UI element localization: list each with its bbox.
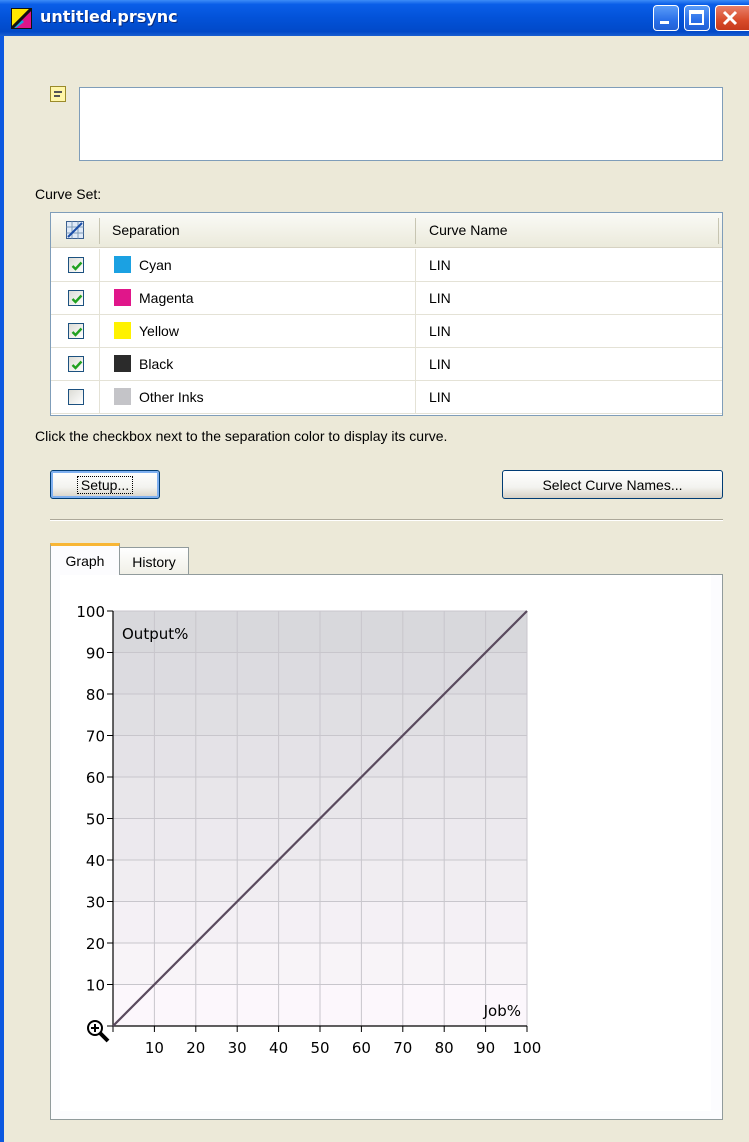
column-header-curve-name[interactable]: Curve Name	[429, 222, 508, 238]
table-row[interactable]: Yellow LIN	[51, 315, 722, 348]
curve-name: LIN	[429, 257, 451, 273]
y-tick-label: 40	[86, 852, 105, 870]
checkmark-icon	[71, 261, 83, 271]
x-tick-label: 20	[186, 1039, 205, 1057]
select-curve-names-button[interactable]: Select Curve Names...	[502, 470, 723, 499]
note-icon	[50, 86, 66, 102]
curve-name: LIN	[429, 290, 451, 306]
cell-divider	[99, 315, 100, 348]
graph-toggle-icon[interactable]	[66, 221, 84, 239]
minimize-icon	[660, 21, 669, 24]
y-tick-label: 50	[86, 811, 105, 829]
cell-divider	[415, 249, 416, 282]
cell-divider	[415, 348, 416, 381]
x-tick-label: 30	[228, 1039, 247, 1057]
checkmark-icon	[71, 294, 83, 304]
separation-name: Other Inks	[139, 389, 204, 405]
select-curve-names-label: Select Curve Names...	[542, 476, 683, 493]
separation-checkbox[interactable]	[68, 323, 84, 339]
graph-panel: 10 20 30 40 50 60 70 80 90 100 10 20 30 40 50 60 70 80 90 1…	[50, 574, 723, 1120]
y-tick-label: 90	[86, 645, 105, 663]
close-button[interactable]	[715, 5, 749, 31]
cell-divider	[415, 315, 416, 348]
notes-textarea[interactable]	[79, 87, 723, 161]
minimize-button[interactable]	[653, 5, 679, 31]
title-bar: untitled.prsync	[0, 0, 749, 36]
x-tick-label: 80	[435, 1039, 454, 1057]
y-tick-label: 70	[86, 728, 105, 746]
graph-area: 10 20 30 40 50 60 70 80 90 100 10 20 30 40 50 60 70 80 90 1…	[60, 575, 711, 1111]
color-swatch	[114, 355, 131, 372]
x-tick-label: 10	[145, 1039, 164, 1057]
cell-divider	[99, 381, 100, 414]
tab-history[interactable]: History	[119, 547, 189, 575]
color-swatch	[114, 256, 131, 273]
curve-chart: 10 20 30 40 50 60 70 80 90 100 10 20 30 40 50 60 70 80 90 1…	[76, 603, 542, 1057]
tab-graph[interactable]: Graph	[50, 543, 120, 575]
y-tick-label: 80	[86, 686, 105, 704]
close-icon	[722, 10, 738, 26]
checkmark-icon	[71, 360, 83, 370]
y-axis-label: Output%	[122, 625, 188, 643]
cell-divider	[99, 249, 100, 282]
tab-graph-label: Graph	[65, 552, 105, 569]
tab-history-label: History	[132, 553, 176, 570]
setup-button[interactable]: Setup...	[50, 470, 160, 499]
separation-checkbox[interactable]	[68, 389, 84, 405]
x-tick-label: 70	[393, 1039, 412, 1057]
separation-name: Cyan	[139, 257, 172, 273]
y-tick-label: 60	[86, 769, 105, 787]
table-row[interactable]: Black LIN	[51, 348, 722, 381]
table-header: Separation Curve Name	[51, 213, 722, 248]
y-tick-label: 100	[76, 603, 105, 621]
curve-name: LIN	[429, 323, 451, 339]
y-tick-label: 20	[86, 935, 105, 953]
zoom-icon[interactable]	[86, 1019, 110, 1043]
column-separator	[99, 218, 100, 244]
y-tick-label: 10	[86, 977, 105, 995]
y-tick-label: 30	[86, 894, 105, 912]
maximize-icon	[689, 10, 704, 25]
divider	[50, 519, 723, 521]
separation-name: Yellow	[139, 323, 179, 339]
column-separator	[415, 218, 416, 244]
window-frame-edge	[0, 36, 4, 1142]
separation-name: Black	[139, 356, 174, 372]
column-separator	[718, 218, 719, 244]
cell-divider	[415, 381, 416, 414]
separation-checkbox[interactable]	[68, 290, 84, 306]
window-title: untitled.prsync	[40, 7, 178, 26]
table-row[interactable]: Magenta LIN	[51, 282, 722, 315]
color-swatch	[114, 289, 131, 306]
prinergy-app-icon	[11, 8, 32, 29]
table-row[interactable]: Cyan LIN	[51, 249, 722, 282]
checkmark-icon	[71, 327, 83, 337]
x-tick-label: 40	[269, 1039, 288, 1057]
x-axis-label: Job%	[483, 1002, 521, 1020]
maximize-button[interactable]	[684, 5, 710, 31]
curve-set-table: Separation Curve Name Cyan LIN Magenta LIN Y…	[50, 212, 723, 416]
instruction-text: Click the checkbox next to the separatio…	[35, 428, 448, 444]
cell-divider	[99, 282, 100, 315]
color-swatch	[114, 322, 131, 339]
x-tick-label: 90	[476, 1039, 495, 1057]
x-tick-label: 50	[310, 1039, 329, 1057]
x-tick-label: 60	[352, 1039, 371, 1057]
cell-divider	[415, 282, 416, 315]
color-swatch	[114, 388, 131, 405]
column-header-separation[interactable]: Separation	[112, 222, 180, 238]
curve-name: LIN	[429, 389, 451, 405]
x-tick-label: 100	[513, 1039, 542, 1057]
separation-name: Magenta	[139, 290, 194, 306]
separation-checkbox[interactable]	[68, 356, 84, 372]
separation-checkbox[interactable]	[68, 257, 84, 273]
curve-set-label: Curve Set:	[35, 186, 102, 202]
table-row[interactable]: Other Inks LIN	[51, 381, 722, 414]
curve-name: LIN	[429, 356, 451, 372]
setup-button-label: Setup...	[76, 475, 134, 494]
cell-divider	[99, 348, 100, 381]
